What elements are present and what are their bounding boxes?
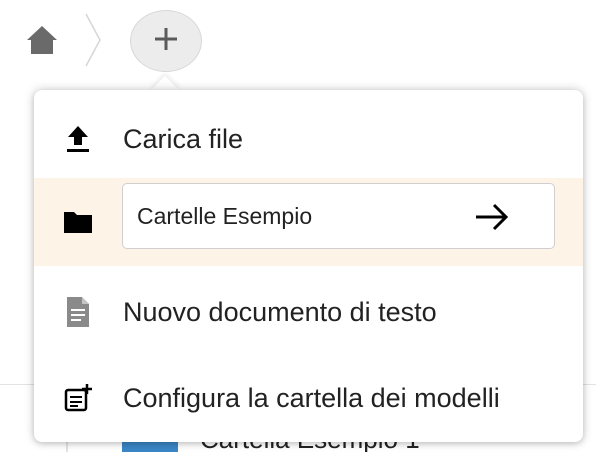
configure-templates-label: Configura la cartella dei modelli (123, 382, 500, 413)
menu-item-configure-templates[interactable]: Configura la cartella dei modelli (34, 356, 583, 440)
new-folder-field[interactable] (122, 183, 555, 249)
new-folder-input[interactable] (137, 196, 467, 236)
chevron-right-icon (84, 12, 102, 68)
add-new-button[interactable] (130, 10, 202, 72)
text-document-label: Nuovo documento di testo (123, 296, 437, 327)
upload-label: Carica file (123, 123, 244, 154)
home-icon[interactable] (24, 22, 60, 58)
upload-icon (62, 123, 94, 155)
folder-icon (62, 206, 94, 238)
arrow-right-icon[interactable] (474, 201, 510, 233)
files-app: Cartella Esempio 1 Carica file (0, 0, 596, 452)
document-icon (62, 296, 94, 328)
template-add-icon (62, 382, 94, 414)
plus-icon (153, 26, 179, 57)
menu-item-new-text-document[interactable]: Nuovo documento di testo (34, 270, 583, 354)
menu-item-new-folder[interactable] (34, 178, 583, 266)
menu-item-upload[interactable]: Carica file (34, 98, 583, 180)
new-file-menu: Carica file Cartelle Esempio Nuovo docum… (34, 90, 583, 442)
